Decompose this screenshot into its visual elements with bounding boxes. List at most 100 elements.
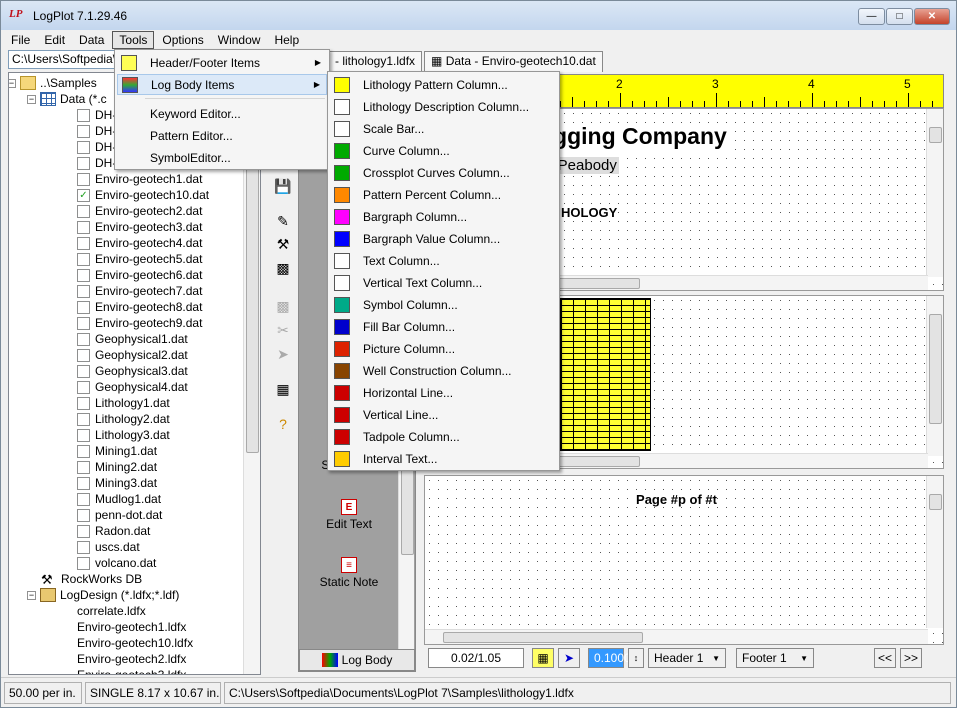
- tree-item[interactable]: Geophysical4.dat: [77, 379, 188, 395]
- footer-hscroll-thumb[interactable]: [443, 632, 643, 643]
- lithology-pattern-column[interactable]: [560, 298, 651, 451]
- tree-checkbox[interactable]: [77, 524, 90, 538]
- tree-item[interactable]: Enviro-geotech2.ldfx: [77, 651, 186, 667]
- menu-tools[interactable]: Tools: [112, 30, 155, 49]
- tree-item[interactable]: Mudlog1.dat: [77, 491, 161, 507]
- tree-checkbox[interactable]: [77, 124, 90, 138]
- tree-checkbox[interactable]: [77, 300, 90, 314]
- menu-file[interactable]: File: [5, 32, 36, 48]
- tree-item[interactable]: Geophysical2.dat: [77, 347, 188, 363]
- maximize-button[interactable]: □: [886, 8, 913, 25]
- tree-checkbox[interactable]: ✓: [77, 188, 90, 202]
- log-body-menu-picture-column[interactable]: Picture Column...: [330, 338, 557, 359]
- tree-item[interactable]: DH-: [77, 123, 116, 139]
- tree-checkbox[interactable]: [77, 364, 90, 378]
- tree-item[interactable]: Mining1.dat: [77, 443, 157, 459]
- menu-data[interactable]: Data: [73, 32, 110, 48]
- tools-menu-keyword-editor[interactable]: Keyword Editor...: [117, 103, 327, 124]
- tree-item[interactable]: Enviro-geotech2.dat: [77, 203, 202, 219]
- tree-item[interactable]: DH-: [77, 139, 116, 155]
- header-vscroll[interactable]: [926, 109, 943, 277]
- tree-item[interactable]: Mining3.dat: [77, 475, 157, 491]
- tree-item[interactable]: ✓ Enviro-geotech10.dat: [77, 187, 209, 203]
- log-body-menu-vertical-line[interactable]: Vertical Line...: [330, 404, 557, 425]
- tree-checkbox[interactable]: [77, 284, 90, 298]
- path-input[interactable]: C:\Users\Softpedia\: [8, 50, 126, 69]
- tree-checkbox[interactable]: [77, 492, 90, 506]
- menu-edit[interactable]: Edit: [38, 32, 71, 48]
- arrow-right-icon[interactable]: ➤: [558, 648, 580, 668]
- save-icon[interactable]: 💾: [272, 175, 294, 197]
- tree-checkbox[interactable]: [77, 268, 90, 282]
- tab-lithology[interactable]: - lithology1.ldfx: [328, 51, 423, 72]
- minimize-button[interactable]: —: [858, 8, 885, 25]
- tree-item[interactable]: Enviro-geotech1.dat: [77, 171, 202, 187]
- tree-item[interactable]: Geophysical3.dat: [77, 363, 188, 379]
- log-body-menu-fill-bar-column[interactable]: Fill Bar Column...: [330, 316, 557, 337]
- tree-item[interactable]: Enviro-geotech5.dat: [77, 251, 202, 267]
- log-body-menu-interval-text[interactable]: Interval Text...: [330, 448, 557, 469]
- tree-checkbox[interactable]: [77, 444, 90, 458]
- log-body-menu-pattern-percent-column[interactable]: Pattern Percent Column...: [330, 184, 557, 205]
- tree-item[interactable]: Enviro-geotech1.ldfx: [77, 619, 186, 635]
- menu-window[interactable]: Window: [212, 32, 267, 48]
- tree-checkbox[interactable]: [77, 476, 90, 490]
- next-page-button[interactable]: >>: [900, 648, 922, 668]
- log-body-menu-text-column[interactable]: Text Column...: [330, 250, 557, 271]
- brick-icon[interactable]: ▩: [272, 257, 294, 279]
- log-body-menu-symbol-column[interactable]: Symbol Column...: [330, 294, 557, 315]
- tree-checkbox[interactable]: [77, 460, 90, 474]
- tree-item[interactable]: Lithology3.dat: [77, 427, 170, 443]
- grid-icon[interactable]: ▦: [272, 378, 294, 400]
- log-body-menu-bargraph-value-column[interactable]: Bargraph Value Column...: [330, 228, 557, 249]
- header-hscroll-thumb[interactable]: [555, 278, 640, 289]
- zoom-input[interactable]: 0.1000: [588, 648, 631, 668]
- tree-item[interactable]: Enviro-geotech8.dat: [77, 299, 202, 315]
- tree-checkbox[interactable]: [77, 380, 90, 394]
- body-vscroll-thumb[interactable]: [929, 314, 942, 424]
- prev-page-button[interactable]: <<: [874, 648, 896, 668]
- tree-item[interactable]: DH-: [77, 155, 116, 171]
- tree-item[interactable]: Enviro-geotech9.dat: [77, 315, 202, 331]
- copy-icon[interactable]: ➤: [272, 343, 294, 365]
- header-select[interactable]: Header 1 ▼: [648, 648, 726, 668]
- tree-checkbox[interactable]: [77, 540, 90, 554]
- tree-item[interactable]: Enviro-geotech3.dat: [77, 219, 202, 235]
- tree-item[interactable]: − Data (*.c: [27, 91, 107, 107]
- tree-checkbox[interactable]: [77, 396, 90, 410]
- tree-checkbox[interactable]: [77, 140, 90, 154]
- tree-checkbox[interactable]: [77, 332, 90, 346]
- tree-checkbox[interactable]: [77, 316, 90, 330]
- zoom-spinner-icon[interactable]: ↕: [628, 648, 644, 668]
- header-vscroll-thumb[interactable]: [929, 127, 942, 143]
- collapse-icon[interactable]: −: [27, 94, 36, 104]
- tree-item[interactable]: penn-dot.dat: [77, 507, 162, 523]
- menu-help[interactable]: Help: [268, 32, 305, 48]
- tree-item[interactable]: Enviro-geotech6.dat: [77, 267, 202, 283]
- body-vscroll[interactable]: [926, 296, 943, 456]
- log-body-menu-curve-column[interactable]: Curve Column...: [330, 140, 557, 161]
- tree-item[interactable]: DH-: [77, 107, 116, 123]
- tree-checkbox[interactable]: [77, 508, 90, 522]
- tree-checkbox[interactable]: [77, 156, 90, 170]
- log-body-menu-crossplot-curves-column[interactable]: Crossplot Curves Column...: [330, 162, 557, 183]
- tree-item[interactable]: uscs.dat: [77, 539, 140, 555]
- tree-item[interactable]: Enviro-geotech7.dat: [77, 283, 202, 299]
- tree-checkbox[interactable]: [77, 236, 90, 250]
- tree-checkbox[interactable]: [77, 412, 90, 426]
- tools-menu-symboleditor[interactable]: SymbolEditor...: [117, 147, 327, 168]
- tree-item[interactable]: Enviro-geotech10.ldfx: [77, 635, 193, 651]
- close-button[interactable]: ✕: [914, 8, 950, 25]
- tree-item[interactable]: Lithology1.dat: [77, 395, 170, 411]
- log-body-menu-lithology-description-column[interactable]: Lithology Description Column...: [330, 96, 557, 117]
- tools-menu-header-footer-items[interactable]: Header/Footer Items ▶: [117, 52, 327, 73]
- footer-hscroll[interactable]: [425, 629, 928, 644]
- tree-item[interactable]: Geophysical1.dat: [77, 331, 188, 347]
- footer-vscroll-thumb[interactable]: [929, 494, 942, 510]
- log-body-menu-tadpole-column[interactable]: Tadpole Column...: [330, 426, 557, 447]
- tools-menu-pattern-editor[interactable]: Pattern Editor...: [117, 125, 327, 146]
- grid-toggle-icon[interactable]: ▦: [532, 648, 554, 668]
- body-hscroll-thumb[interactable]: [555, 456, 640, 467]
- menu-options[interactable]: Options: [156, 32, 209, 48]
- log-body-menu-scale-bar[interactable]: Scale Bar...: [330, 118, 557, 139]
